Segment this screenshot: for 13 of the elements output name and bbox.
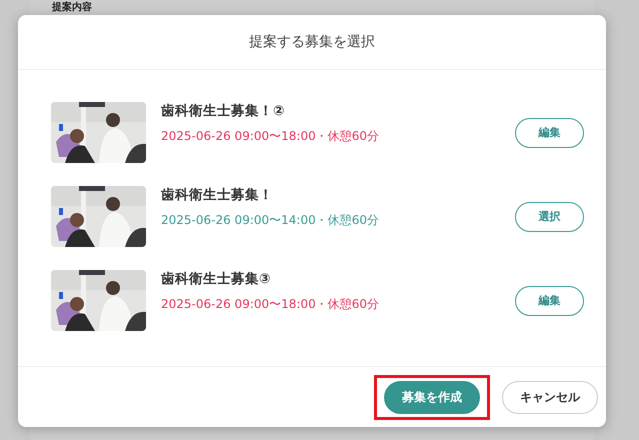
action-button[interactable]: 編集 xyxy=(515,286,584,316)
create-button[interactable]: 募集を作成 xyxy=(384,380,480,414)
job-schedule: 2025-06-26 09:00〜18:00・休憩60分 xyxy=(161,296,380,313)
dialog-title: 提案する募集を選択 xyxy=(249,33,375,51)
job-title: 歯科衛生士募集！ xyxy=(161,186,274,204)
job-schedule: 2025-06-26 09:00〜18:00・休憩60分 xyxy=(161,128,380,145)
job-title: 歯科衛生士募集！② xyxy=(161,102,286,120)
action-button[interactable]: 編集 xyxy=(515,118,584,148)
cancel-button[interactable]: キャンセル xyxy=(502,380,598,414)
job-schedule: 2025-06-26 09:00〜14:00・休憩60分 xyxy=(161,212,380,229)
job-title: 歯科衛生士募集③ xyxy=(161,270,272,288)
section-title: 提案内容 xyxy=(52,2,93,14)
action-button[interactable]: 選択 xyxy=(515,202,584,232)
